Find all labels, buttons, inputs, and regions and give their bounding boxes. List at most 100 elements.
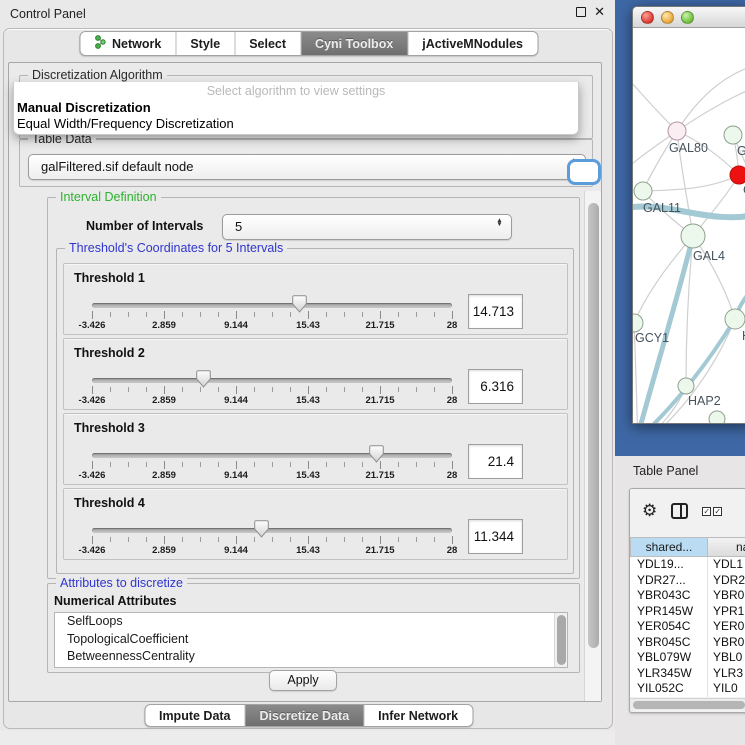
slider-thumb[interactable] — [254, 520, 269, 538]
numerical-attributes-label: Numerical Attributes — [54, 594, 176, 608]
tab-style[interactable]: Style — [176, 32, 235, 55]
network-icon — [94, 35, 106, 52]
table-rows[interactable]: YDL19...YDL1YDR27...YDR2YBR043CYBR0YPR14… — [630, 557, 745, 697]
float-window-icon[interactable] — [576, 7, 586, 17]
network-node-label: GAL4 — [693, 249, 725, 263]
table-row[interactable]: YER054CYER0 — [630, 619, 745, 635]
network-node[interactable] — [633, 314, 643, 332]
network-node[interactable] — [634, 182, 652, 200]
combo-stepper-icon: ▲▼ — [495, 219, 504, 227]
table-row[interactable]: YDR27...YDR2 — [630, 573, 745, 589]
slider-track[interactable] — [92, 528, 452, 533]
table-hscrollbar[interactable] — [630, 698, 745, 710]
settings-scroll-region: Interval Definition Number of Intervals … — [9, 191, 601, 701]
slider-track[interactable] — [92, 303, 452, 308]
slider-thumb[interactable] — [292, 295, 307, 313]
attribute-list-item[interactable]: TopologicalCoefficient — [55, 631, 567, 649]
attribute-list-item[interactable]: SelfLoops — [55, 613, 567, 631]
panel-title: Control Panel — [10, 7, 86, 21]
slider-thumb[interactable] — [369, 445, 384, 463]
table-row[interactable]: YPR145WYPR1 — [630, 604, 745, 620]
tab-select[interactable]: Select — [235, 32, 301, 55]
popup-item-manual-discretization[interactable]: Manual Discretization — [14, 100, 578, 116]
settings-scrollbar[interactable] — [584, 191, 601, 701]
select-columns-icons[interactable]: ✓ ✓ — [702, 507, 722, 516]
checkbox-icon: ✓ — [702, 507, 711, 516]
tab-cyni-toolbox[interactable]: Cyni Toolbox — [301, 32, 408, 55]
tab-network[interactable]: Network — [80, 32, 176, 55]
threshold-row: Threshold 4-3.4262.8599.14415.4321.71528… — [63, 488, 568, 560]
network-node-label: GA — [737, 144, 745, 158]
threshold-value-field[interactable]: 21.4 — [468, 444, 523, 479]
column-header-name[interactable]: name — [708, 537, 745, 557]
threshold-row: Threshold 3-3.4262.8599.14415.4321.71528… — [63, 413, 568, 485]
close-traffic-light-icon[interactable] — [641, 11, 654, 24]
table-row[interactable]: YBL079WYBL0 — [630, 650, 745, 666]
table-row[interactable]: YDL19...YDL1 — [630, 557, 745, 573]
column-layout-icon[interactable] — [671, 503, 688, 519]
threshold-value-field[interactable]: 11.344 — [468, 519, 523, 554]
settings-scrollbar-thumb[interactable] — [588, 203, 599, 648]
number-of-intervals-combobox[interactable]: 5 ▲▼ — [222, 214, 512, 240]
tab-label: Network — [112, 37, 161, 51]
top-tab-bar: Network Style Select Cyni Toolbox jActiv… — [79, 31, 538, 56]
column-header-shared[interactable]: shared... — [630, 537, 708, 557]
cyni-content-panel: Discretization Algorithm Table Data galF… — [8, 62, 602, 702]
table-hscrollbar-thumb[interactable] — [633, 701, 745, 709]
table-data-combobox[interactable]: galFiltered.sif default node ▲▼ — [28, 154, 586, 180]
slider-track[interactable] — [92, 453, 452, 458]
table-row[interactable]: YIL052CYIL0 — [630, 681, 745, 697]
apply-button[interactable]: Apply — [269, 670, 337, 691]
network-canvas[interactable]: GAL80GACGAL11GAL4GCY1HHAP2 — [633, 28, 745, 424]
threshold-label: Threshold 3 — [74, 421, 145, 435]
table-panel: Table Panel ⚙ ✓ ✓ shared... name YDL19..… — [615, 456, 745, 745]
tab-discretize-data[interactable]: Discretize Data — [246, 705, 365, 726]
algorithm-combobox[interactable] — [567, 159, 601, 185]
threshold-row: Threshold 1-3.4262.8599.14415.4321.71528… — [63, 263, 568, 335]
minimize-traffic-light-icon[interactable] — [661, 11, 674, 24]
zoom-traffic-light-icon[interactable] — [681, 11, 694, 24]
attribute-list-item[interactable]: BetweennessCentrality — [55, 648, 567, 666]
tab-infer-network[interactable]: Infer Network — [364, 705, 472, 726]
table-panel-title: Table Panel — [633, 464, 698, 478]
bottom-tab-bar: Impute Data Discretize Data Infer Networ… — [144, 704, 473, 727]
attributes-title: Attributes to discretize — [56, 576, 187, 590]
threshold-coordinates-title: Threshold's Coordinates for 5 Intervals — [65, 241, 287, 255]
gear-icon[interactable]: ⚙ — [642, 501, 657, 521]
network-node[interactable] — [724, 126, 742, 144]
table-row[interactable]: YLR345WYLR3 — [630, 666, 745, 682]
network-node[interactable] — [730, 166, 745, 184]
table-toolbar: ⚙ ✓ ✓ — [630, 489, 745, 533]
close-icon[interactable]: ✕ — [594, 7, 605, 17]
network-node-label: GAL80 — [669, 141, 708, 155]
attributes-group: Attributes to discretize Numerical Attri… — [47, 583, 580, 673]
threshold-value-field[interactable]: 6.316 — [468, 369, 523, 404]
discretization-algorithm-title: Discretization Algorithm — [28, 68, 167, 82]
threshold-row: Threshold 2-3.4262.8599.14415.4321.71528… — [63, 338, 568, 410]
threshold-coordinates-group: Threshold's Coordinates for 5 Intervals … — [56, 248, 574, 574]
table-data-value: galFiltered.sif default node — [41, 159, 193, 174]
number-of-intervals-label: Number of Intervals — [86, 219, 203, 233]
network-node[interactable] — [709, 411, 725, 424]
interval-definition-title: Interval Definition — [56, 190, 161, 204]
threshold-value-field[interactable]: 14.713 — [468, 294, 523, 329]
network-node[interactable] — [668, 122, 686, 140]
slider-thumb[interactable] — [196, 370, 211, 388]
threshold-label: Threshold 4 — [74, 496, 145, 510]
table-row[interactable]: YBR043CYBR0 — [630, 588, 745, 604]
popup-item-equal-width-frequency[interactable]: Equal Width/Frequency Discretization — [14, 116, 578, 132]
slider-track[interactable] — [92, 378, 452, 383]
network-node[interactable] — [678, 378, 694, 394]
network-node[interactable] — [725, 309, 745, 329]
table-data-group: Table Data galFiltered.sif default node … — [19, 139, 593, 187]
tab-jactivemnodules[interactable]: jActiveMNodules — [408, 32, 537, 55]
table-row[interactable]: YBR045CYBR0 — [630, 635, 745, 651]
numerical-attributes-list[interactable]: SelfLoopsTopologicalCoefficientBetweenne… — [54, 612, 568, 668]
network-window-titlebar[interactable] — [633, 7, 745, 28]
network-node[interactable] — [681, 224, 705, 248]
algorithm-dropdown-popup: Select algorithm to view settings Manual… — [13, 82, 579, 135]
network-view-window[interactable]: GAL80GACGAL11GAL4GCY1HHAP2 — [632, 6, 745, 424]
attributes-scrollbar[interactable] — [554, 613, 567, 667]
tab-impute-data[interactable]: Impute Data — [145, 705, 246, 726]
number-of-intervals-value: 5 — [235, 219, 242, 234]
